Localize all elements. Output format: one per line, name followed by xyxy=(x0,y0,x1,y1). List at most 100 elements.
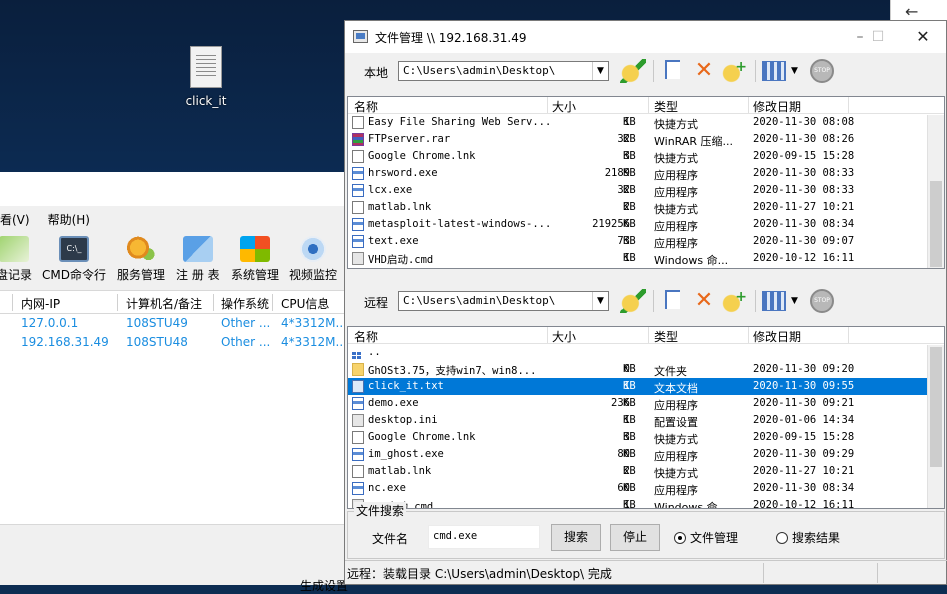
local-path-value: C:\Users\admin\Desktop\ xyxy=(403,64,556,77)
col-date[interactable]: 修改日期 xyxy=(753,98,801,115)
desktop-file-click-it[interactable]: click_it xyxy=(180,46,232,108)
back-arrow-icon[interactable]: ← xyxy=(905,2,918,21)
copy-icon[interactable] xyxy=(661,289,687,313)
file-row[interactable]: GhOSt3.75，支持win7、win8... 0 KB 文件夹 2020-11-30… xyxy=(348,361,944,378)
file-row[interactable]: FTPserver.rar 32 KB WinRAR 压缩... 2020-11-30 … xyxy=(348,131,944,148)
menu-help[interactable]: 帮助(H) xyxy=(48,211,90,228)
file-size-unit: KB xyxy=(623,133,636,145)
file-row[interactable]: Google Chrome.lnk 3 KB 快捷方式 2020-09-15 15:28 xyxy=(348,429,944,446)
file-name: click_it.txt xyxy=(368,380,444,392)
col-date[interactable]: 修改日期 xyxy=(753,328,801,345)
file-manager-window[interactable]: 文件管理 \\ 192.168.31.49 – ☐ ✕ 本地 C:\Users\… xyxy=(344,20,947,585)
local-file-list[interactable]: 名称 大小 类型 修改日期 Easy File Sharing Web Serv… xyxy=(347,96,945,269)
stop-icon[interactable]: STOP xyxy=(810,59,834,83)
remote-label: 远程 xyxy=(364,296,389,310)
new-folder-icon[interactable]: + xyxy=(721,289,747,313)
col-type[interactable]: 类型 xyxy=(654,98,678,115)
file-row[interactable]: hrsword.exe 2189 KB 应用程序 2020-11-30 08:33 xyxy=(348,165,944,182)
col-size[interactable]: 大小 xyxy=(552,328,576,345)
maximize-button[interactable]: ☐ xyxy=(863,25,893,49)
file-date: 2020-10-12 16:11 xyxy=(753,499,855,509)
file-row[interactable]: click_it.txt 1 KB 文本文档 2020-11-30 09:55 xyxy=(348,378,944,395)
local-scrollbar[interactable] xyxy=(927,115,944,268)
file-type: 快捷方式 xyxy=(654,118,698,131)
tool-system-manager[interactable]: 系统管理 xyxy=(231,236,279,283)
chevron-down-icon[interactable]: ▼ xyxy=(592,62,608,80)
file-row[interactable]: im_ghost.exe 80 KB 应用程序 2020-11-30 09:29 xyxy=(348,446,944,463)
filename-input[interactable]: cmd.exe xyxy=(428,525,540,549)
menu-view[interactable]: 看(V) xyxy=(0,211,30,228)
radio-checked-icon xyxy=(674,532,686,544)
radio-label: 搜索结果 xyxy=(792,531,841,545)
col-name[interactable]: 名称 xyxy=(354,98,378,115)
file-row[interactable]: lcx.exe 32 KB 应用程序 2020-11-30 08:33 xyxy=(348,182,944,199)
radio-search-results[interactable]: 搜索结果 xyxy=(776,529,840,546)
file-size-unit: KB xyxy=(623,235,636,247)
file-type: 文件夹 xyxy=(654,365,687,378)
col-cpu[interactable]: CPU信息 xyxy=(281,295,329,312)
file-row[interactable]: .. xyxy=(348,344,944,361)
file-row[interactable]: matlab.lnk 2 KB 快捷方式 2020-11-27 10:21 xyxy=(348,463,944,480)
col-computer-name[interactable]: 计算机名/备注 xyxy=(126,295,202,312)
host-row[interactable]: 127.0.0.1 108STU49 Other ... 4*3312M... xyxy=(0,314,360,333)
close-button[interactable]: ✕ xyxy=(908,25,938,49)
tool-service-manager[interactable]: 服务管理 xyxy=(117,236,165,283)
remote-path-combo[interactable]: C:\Users\admin\Desktop\ ▼ xyxy=(398,291,609,311)
local-path-combo[interactable]: C:\Users\admin\Desktop\ ▼ xyxy=(398,61,609,81)
tool-disk-log[interactable]: 盘记录 xyxy=(0,236,32,283)
file-row[interactable]: VHD启动.cmd1KBWindows 命...2020-10-12 16:11 xyxy=(348,250,944,267)
scroll-thumb[interactable] xyxy=(930,181,942,267)
remote-file-list[interactable]: 名称 大小 类型 修改日期 .. GhOSt3.75，支持win7、win8...… xyxy=(347,326,945,509)
column-separator xyxy=(272,294,273,311)
generate-settings-label[interactable]: 生成设置 xyxy=(300,577,348,594)
search-button[interactable]: 搜索 xyxy=(551,524,601,551)
file-size-unit: KB xyxy=(623,431,636,443)
host-cpu: 4*3312M... xyxy=(281,335,347,349)
new-folder-icon[interactable]: + xyxy=(721,59,747,83)
col-os[interactable]: 操作系统 xyxy=(221,295,269,312)
bgapp-toolbar: 盘记录 C:\_ CMD命令行 服务管理 注 册 表 系统管理 视频监控 xyxy=(0,232,360,290)
radio-unchecked-icon xyxy=(776,532,788,544)
host-row[interactable]: 192.168.31.49 108STU48 Other ... 4*3312M… xyxy=(0,333,360,352)
status-text: 远程：装载目录 C:\Users\admin\Desktop\ 完成 xyxy=(347,567,612,581)
delete-icon[interactable]: ✕ xyxy=(691,59,717,83)
file-row[interactable]: metasploit-latest-windows-... 219256 KB 应用程… xyxy=(348,216,944,233)
view-mode-icon[interactable] xyxy=(762,61,786,81)
view-mode-icon[interactable] xyxy=(762,291,786,311)
col-type[interactable]: 类型 xyxy=(654,328,678,345)
folder-up-icon[interactable] xyxy=(620,289,646,313)
scroll-thumb[interactable] xyxy=(930,347,942,467)
config-file-icon xyxy=(352,252,364,265)
stop-button[interactable]: 停止 xyxy=(610,524,660,551)
file-row[interactable]: Easy File Sharing Web Serv... 1 KB 快捷方式 2020… xyxy=(348,114,944,131)
folder-up-icon[interactable] xyxy=(620,59,646,83)
copy-icon[interactable] xyxy=(661,59,687,83)
col-ip[interactable]: 内网-IP xyxy=(21,295,60,312)
file-row[interactable]: text.exe 73 KB 应用程序 2020-11-30 09:07 xyxy=(348,233,944,250)
tool-cmd[interactable]: C:\_ CMD命令行 xyxy=(42,236,106,283)
chevron-down-icon[interactable]: ▼ xyxy=(592,292,608,310)
file-row[interactable]: desktop.ini 1 KB 配置设置 2020-01-06 14:34 xyxy=(348,412,944,429)
col-name[interactable]: 名称 xyxy=(354,328,378,345)
radio-file-manager[interactable]: 文件管理 xyxy=(674,529,738,546)
file-row[interactable]: matlab.lnk 2 KB 快捷方式 2020-11-27 10:21 xyxy=(348,199,944,216)
col-size[interactable]: 大小 xyxy=(552,98,576,115)
tool-registry[interactable]: 注 册 表 xyxy=(176,236,220,283)
stop-icon[interactable]: STOP xyxy=(810,289,834,313)
tool-webcam[interactable]: 视频监控 xyxy=(289,236,337,283)
background-app-window[interactable]: 看(V) 帮助(H) 盘记录 C:\_ CMD命令行 服务管理 注 册 表 系统… xyxy=(0,172,360,593)
chevron-down-icon[interactable]: ▼ xyxy=(791,59,803,83)
chevron-down-icon[interactable]: ▼ xyxy=(791,289,803,313)
file-row[interactable]: nc.exe 60 KB 应用程序 2020-11-30 08:34 xyxy=(348,480,944,497)
file-size-unit: KB xyxy=(623,363,636,375)
file-row[interactable]: VHD启动.cmd1KBWindows 命...2020-10-12 16:11 xyxy=(348,497,944,509)
delete-icon[interactable]: ✕ xyxy=(691,289,717,313)
desktop-icon-label: click_it xyxy=(185,94,227,108)
remote-scrollbar[interactable] xyxy=(927,345,944,508)
file-date: 2020-11-30 08:33 xyxy=(753,167,855,179)
file-row[interactable]: demo.exe 236 KB 应用程序 2020-11-30 09:21 xyxy=(348,395,944,412)
file-row[interactable]: Google Chrome.lnk 3 KB 快捷方式 2020-09-15 15:28 xyxy=(348,148,944,165)
host-os: Other ... xyxy=(221,316,271,330)
file-name: demo.exe xyxy=(368,397,419,409)
file-date: 2020-11-30 08:34 xyxy=(753,482,855,494)
